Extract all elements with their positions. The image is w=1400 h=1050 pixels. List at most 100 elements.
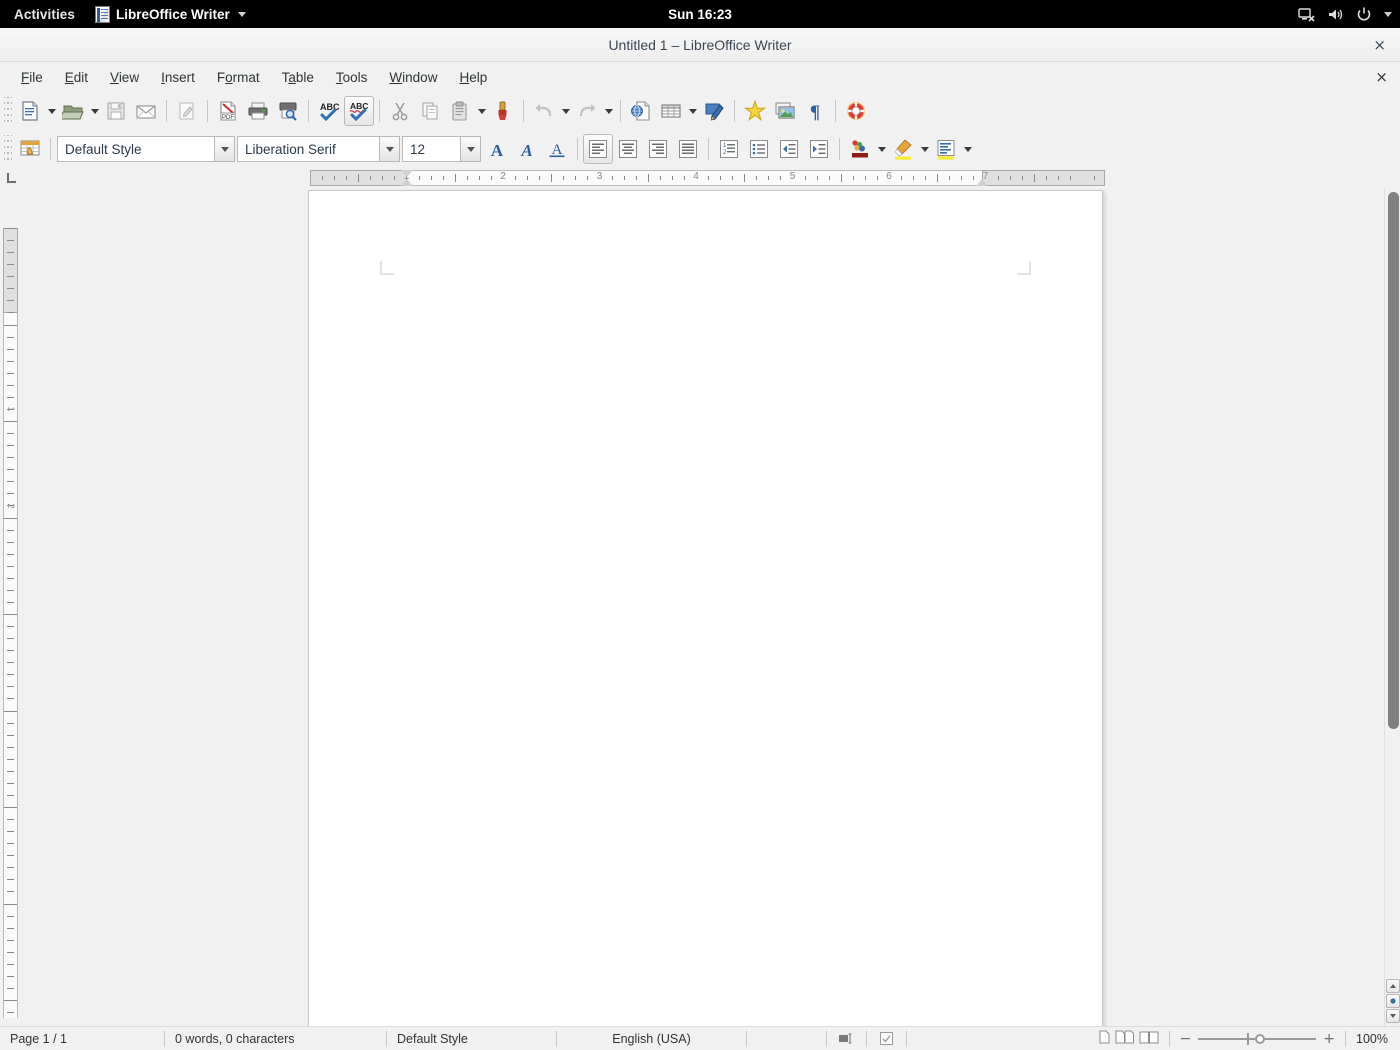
formatting-marks-button[interactable]: ¶ [800, 96, 830, 126]
vertical-scrollbar-track[interactable] [1385, 188, 1400, 978]
paragraph-background-dropdown[interactable] [961, 134, 974, 164]
help-button[interactable] [841, 96, 871, 126]
menu-edit[interactable]: Edit [54, 67, 99, 88]
scroll-up-icon[interactable] [1386, 979, 1400, 993]
font-name-combo[interactable]: Liberation Serif [237, 136, 400, 162]
print-preview-button[interactable] [273, 96, 303, 126]
highlighting-color-button[interactable] [888, 134, 918, 164]
left-indent-marker[interactable] [400, 179, 413, 186]
scroll-down-icon[interactable] [1386, 1009, 1400, 1023]
multi-page-view-button[interactable] [1115, 1030, 1134, 1047]
new-document-dropdown[interactable] [45, 96, 58, 126]
zoom-slider-handle[interactable] [1255, 1033, 1266, 1044]
status-insert-mode[interactable] [747, 1030, 827, 1047]
clone-formatting-button[interactable] [488, 96, 518, 126]
status-zoom-level[interactable]: 100% [1346, 1032, 1400, 1046]
chevron-down-icon[interactable] [1384, 11, 1392, 17]
menu-format[interactable]: Format [206, 67, 271, 88]
spelling-button[interactable]: ABC [314, 96, 344, 126]
horizontal-ruler[interactable]: 1234567 [310, 170, 1105, 186]
open-button[interactable] [58, 96, 88, 126]
paste-button[interactable] [445, 96, 475, 126]
print-button[interactable] [243, 96, 273, 126]
font-size-combo[interactable]: 12 [402, 136, 481, 162]
paste-dropdown[interactable] [475, 96, 488, 126]
ruler-corner-tab-selector[interactable] [0, 168, 22, 188]
undo-button[interactable] [529, 96, 559, 126]
status-page-number[interactable]: Page 1 / 1 [0, 1030, 165, 1047]
align-center-button[interactable] [613, 134, 643, 164]
zoom-out-button[interactable]: − [1180, 1032, 1192, 1046]
save-button[interactable] [101, 96, 131, 126]
autospellcheck-button[interactable]: ABC [344, 96, 374, 126]
font-size-input[interactable]: 12 [402, 136, 460, 162]
status-language[interactable]: English (USA) [557, 1030, 747, 1047]
undo-dropdown[interactable] [559, 96, 572, 126]
set-paragraph-style-icon[interactable] [15, 134, 45, 164]
status-selection-mode[interactable] [827, 1030, 867, 1047]
email-button[interactable] [131, 96, 161, 126]
insert-special-character-button[interactable] [740, 96, 770, 126]
align-right-button[interactable] [643, 134, 673, 164]
document-page[interactable] [308, 190, 1103, 1026]
menu-file[interactable]: File [10, 67, 54, 88]
bold-button[interactable]: A [482, 134, 512, 164]
insert-hyperlink-button[interactable] [626, 96, 656, 126]
status-digital-signature[interactable] [867, 1030, 907, 1047]
decrease-indent-button[interactable] [774, 134, 804, 164]
menu-tools[interactable]: Tools [325, 67, 379, 88]
status-paragraph-style[interactable]: Default Style [387, 1030, 557, 1047]
document-close-button[interactable]: × [1375, 68, 1388, 86]
right-indent-marker[interactable] [976, 179, 989, 186]
single-page-view-button[interactable] [1099, 1030, 1110, 1047]
toolbar-grip[interactable] [4, 135, 12, 163]
power-icon[interactable] [1356, 7, 1372, 22]
highlighting-color-dropdown[interactable] [918, 134, 931, 164]
zoom-slider[interactable] [1198, 1032, 1317, 1045]
paragraph-background-button[interactable] [931, 134, 961, 164]
menu-help[interactable]: Help [448, 67, 498, 88]
status-word-count[interactable]: 0 words, 0 characters [165, 1030, 387, 1047]
justified-button[interactable] [673, 134, 703, 164]
ruler-right-margin[interactable] [982, 170, 1105, 186]
app-menu-button[interactable]: LibreOffice Writer [87, 0, 254, 28]
redo-button[interactable] [572, 96, 602, 126]
vertical-scrollbar[interactable] [1384, 188, 1400, 1026]
font-name-input[interactable]: Liberation Serif [237, 136, 379, 162]
insert-image-button[interactable] [770, 96, 800, 126]
document-text-area[interactable] [394, 275, 1017, 1026]
insert-table-button[interactable] [656, 96, 686, 126]
open-dropdown[interactable] [88, 96, 101, 126]
menu-table[interactable]: Table [271, 67, 325, 88]
ordered-list-button[interactable]: 1 2 [714, 134, 744, 164]
navigation-icon[interactable] [1386, 994, 1400, 1008]
increase-indent-button[interactable] [804, 134, 834, 164]
volume-icon[interactable] [1327, 7, 1344, 22]
zoom-in-button[interactable]: + [1323, 1032, 1335, 1046]
vertical-ruler[interactable]: 12 [0, 188, 22, 1026]
unordered-list-button[interactable] [744, 134, 774, 164]
draw-functions-button[interactable] [699, 96, 729, 126]
font-color-dropdown[interactable] [875, 134, 888, 164]
book-view-button[interactable] [1139, 1030, 1159, 1047]
cut-button[interactable] [385, 96, 415, 126]
redo-dropdown[interactable] [602, 96, 615, 126]
activities-button[interactable]: Activities [0, 0, 87, 28]
vertical-scrollbar-thumb[interactable] [1388, 192, 1399, 730]
toolbar-grip[interactable] [4, 97, 12, 125]
window-close-button[interactable]: × [1373, 36, 1386, 54]
new-document-button[interactable] [15, 96, 45, 126]
align-left-button[interactable] [583, 134, 613, 164]
edit-mode-button[interactable] [172, 96, 202, 126]
copy-button[interactable] [415, 96, 445, 126]
italic-button[interactable]: A [512, 134, 542, 164]
network-disconnected-icon[interactable] [1298, 7, 1315, 22]
font-size-dropdown[interactable] [460, 136, 481, 162]
document-canvas[interactable] [22, 188, 1384, 1026]
export-pdf-button[interactable]: PDF [213, 96, 243, 126]
menu-insert[interactable]: Insert [150, 67, 206, 88]
first-line-indent-marker[interactable] [400, 170, 413, 177]
paragraph-style-input[interactable]: Default Style [57, 136, 214, 162]
insert-table-dropdown[interactable] [686, 96, 699, 126]
paragraph-style-combo[interactable]: Default Style [57, 136, 235, 162]
